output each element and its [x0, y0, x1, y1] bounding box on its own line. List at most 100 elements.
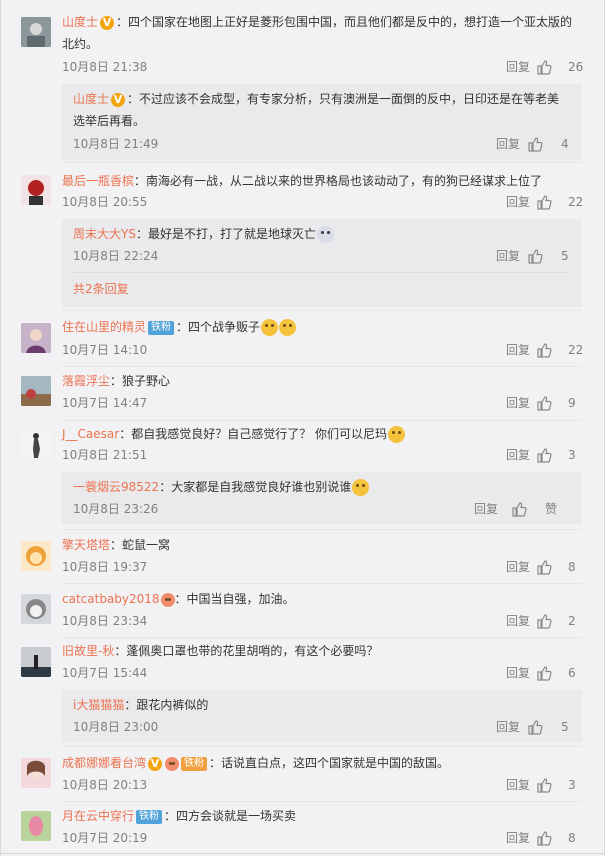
thumbs-up-icon[interactable] [527, 719, 543, 735]
reply-button[interactable]: 回复 [506, 193, 530, 211]
reply-meta: 10月8日 22:24 回复 5 [73, 247, 569, 265]
timestamp: 10月8日 21:49 [73, 137, 159, 151]
comment-text: J__Caesar：都自我感觉良好？自己感觉行了？ 你们可以尼玛 [62, 423, 577, 445]
thumbs-up-icon[interactable] [511, 501, 527, 517]
avatar[interactable] [21, 541, 51, 571]
avatar[interactable] [21, 647, 51, 677]
avatar[interactable] [21, 376, 51, 406]
thumbs-up-icon[interactable] [527, 248, 543, 264]
emoji-icon [261, 319, 279, 336]
vip-badge-icon: V [111, 92, 126, 107]
like-count: 26 [568, 60, 584, 74]
divider [62, 583, 582, 584]
reply-button[interactable]: 回复 [506, 58, 530, 76]
username[interactable]: 山度士 [62, 15, 98, 29]
timestamp: 10月8日 20:13 [62, 778, 148, 792]
vip-badge-icon: V [100, 15, 115, 30]
timestamp: 10月8日 21:38 [62, 60, 148, 74]
thumbs-up-icon[interactable] [536, 613, 552, 629]
reply-box: 一蓑烟云98522：大家都是自我感觉良好谁也别说谁 10月8日 23:26 回复… [62, 472, 582, 524]
reply-button[interactable]: 回复 [506, 776, 530, 794]
thumbs-up-icon[interactable] [536, 395, 552, 411]
comment-meta: 10月8日 21:51 回复 3 [62, 446, 582, 464]
reply-username[interactable]: i大猫猫猫 [73, 698, 124, 712]
thumbs-up-icon[interactable] [536, 559, 552, 575]
username[interactable]: 成都娜娜看台湾 [62, 756, 146, 770]
member-icon [160, 592, 175, 607]
thumbs-up-icon[interactable] [536, 194, 552, 210]
fan-badge: 铁粉 [136, 809, 163, 824]
timestamp: 10月8日 23:34 [62, 614, 148, 628]
avatar[interactable] [21, 758, 51, 788]
reply-button[interactable]: 回复 [506, 446, 530, 464]
reply-button[interactable]: 回复 [506, 829, 530, 847]
avatar[interactable] [21, 17, 51, 47]
username[interactable]: 落霞浮尘 [62, 374, 110, 388]
timestamp: 10月8日 21:51 [62, 448, 148, 462]
comment-text: 落霞浮尘：狼子野心 [62, 374, 171, 388]
comment-meta: 10月8日 20:13 回复 3 [62, 776, 582, 794]
avatar[interactable] [21, 175, 51, 205]
reply-button[interactable]: 回复 [474, 500, 498, 518]
avatar[interactable] [21, 594, 51, 624]
thumbs-up-icon[interactable] [536, 447, 552, 463]
like-count: 22 [568, 195, 584, 209]
avatar[interactable] [21, 323, 51, 353]
timestamp: 10月7日 14:10 [62, 343, 148, 357]
reply-button[interactable]: 回复 [496, 135, 520, 153]
reply-username[interactable]: 山度士 [73, 92, 109, 106]
divider [73, 272, 570, 273]
divider [62, 746, 582, 747]
reply-box: 周末大大YS：最好是不打，打了就是地球灭亡 10月8日 22:24 回复 5 共… [62, 219, 582, 307]
reply-button[interactable]: 回复 [506, 394, 530, 412]
username[interactable]: J__Caesar [62, 427, 119, 441]
more-replies-link[interactable]: 共2条回复 [73, 280, 129, 298]
reply-meta: 10月8日 23:26 回复 赞 [73, 500, 568, 518]
username[interactable]: catcatbaby2018 [62, 592, 160, 606]
thumbs-up-icon[interactable] [536, 59, 552, 75]
thumbs-up-icon[interactable] [536, 777, 552, 793]
username[interactable]: 住在山里的精灵 [62, 320, 146, 334]
thumbs-up-icon[interactable] [536, 830, 552, 846]
username[interactable]: 擎天塔塔 [62, 538, 110, 552]
divider [62, 420, 582, 421]
thumbs-up-icon[interactable] [536, 665, 552, 681]
divider [62, 637, 582, 638]
timestamp: 10月8日 20:55 [62, 195, 148, 209]
like-count: 5 [561, 720, 569, 734]
reply-button[interactable]: 回复 [506, 612, 530, 630]
reply-username[interactable]: 一蓑烟云98522 [73, 480, 159, 494]
reply-button[interactable]: 回复 [496, 718, 520, 736]
reply-meta: 10月8日 21:49 回复 4 [73, 135, 569, 153]
reply-button[interactable]: 回复 [506, 558, 530, 576]
comment-text: 山度士 V ：四个国家在地图上正好是菱形包围中国，而且他们都是反中的，想打造一个亚太… [62, 15, 573, 51]
divider [62, 310, 582, 311]
comment-meta: 10月8日 23:34 回复 2 [62, 612, 582, 630]
username[interactable]: 月在云中穿行 [62, 809, 134, 823]
comment-text: 擎天塔塔：蛇鼠一窝 [62, 538, 171, 552]
like-button-label[interactable]: 赞 [545, 500, 575, 518]
reply-username[interactable]: 周末大大YS [73, 227, 136, 241]
comment-text: 最后一瓶香槟：南海必有一战，从二战以来的世界格局也该动动了，有的狗已经谋求上位了 [62, 174, 543, 188]
avatar[interactable] [21, 429, 51, 459]
thumbs-up-icon[interactable] [527, 136, 543, 152]
username[interactable]: 最后一瓶香槟 [62, 174, 134, 188]
username[interactable]: 旧故里-秋 [62, 644, 114, 658]
comment-meta: 10月8日 20:55 回复 22 [62, 193, 583, 211]
reply-button[interactable]: 回复 [506, 341, 530, 359]
timestamp: 10月7日 14:47 [62, 396, 148, 410]
reply-box: i大猫猫猫：跟花内裤似的 10月8日 23:00 回复 5 [62, 690, 582, 742]
reply-text: 周末大大YS：最好是不打，打了就是地球灭亡 [73, 223, 588, 245]
reply-button[interactable]: 回复 [496, 247, 520, 265]
emoji-icon [279, 319, 297, 336]
reply-text: 一蓑烟云98522：大家都是自我感觉良好谁也别说谁 [73, 476, 588, 498]
laughing-emoji-icon [352, 479, 370, 496]
thumbs-up-icon[interactable] [536, 342, 552, 358]
reply-button[interactable]: 回复 [506, 664, 530, 682]
reply-text: i大猫猫猫：跟花内裤似的 [73, 698, 209, 712]
like-count: 6 [568, 666, 576, 680]
fan-badge: 铁粉 [181, 756, 208, 771]
avatar[interactable] [21, 811, 51, 841]
timestamp: 10月8日 23:00 [73, 720, 159, 734]
comment-meta: 10月7日 15:44 回复 6 [62, 664, 582, 682]
